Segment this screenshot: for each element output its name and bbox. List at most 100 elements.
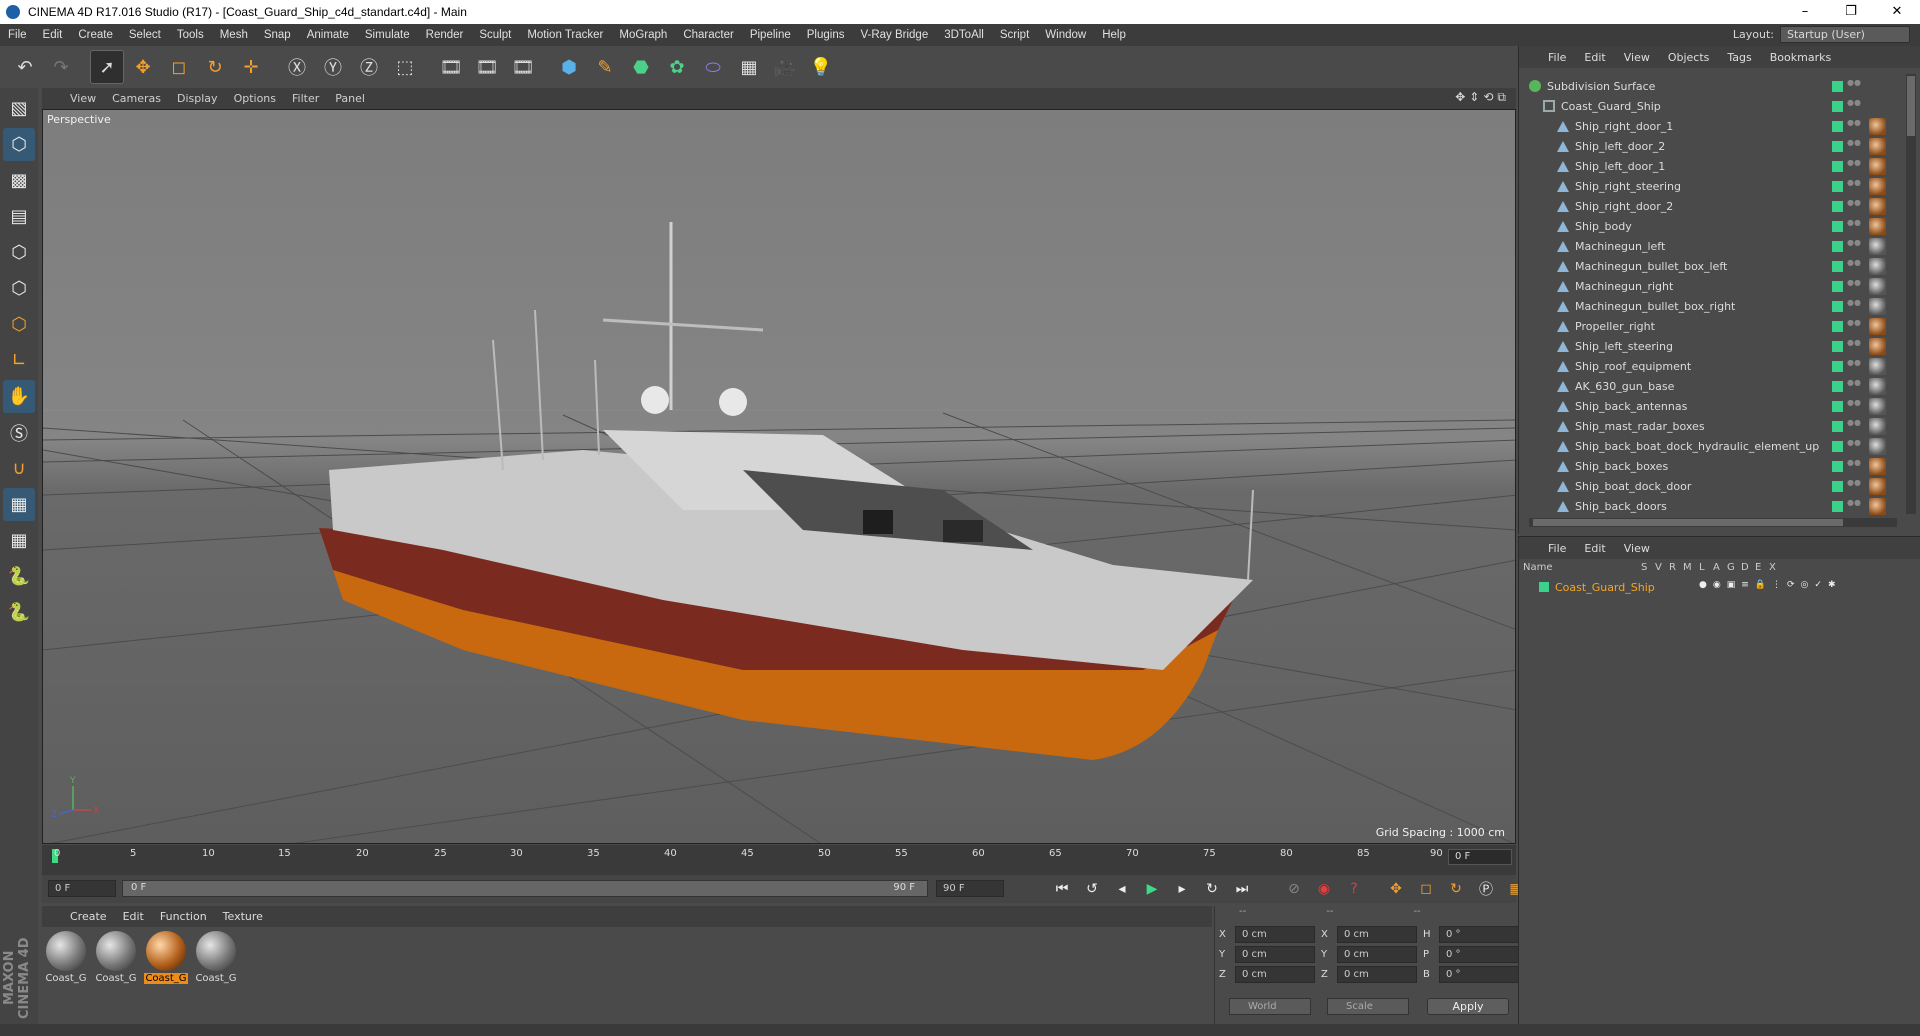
object-name[interactable]: AK_630_gun_base [1575,380,1674,393]
layer-color-indicator[interactable] [1832,81,1843,92]
material-tag-icon[interactable] [1869,138,1886,155]
layer-color-indicator[interactable] [1832,241,1843,252]
visibility-dots-icon[interactable]: ●● [1847,459,1861,472]
visibility-dots-icon[interactable]: ●● [1847,219,1861,232]
object-name[interactable]: Machinegun_bullet_box_right [1575,300,1735,313]
object-row[interactable]: Ship_right_door_1 ●● [1519,116,1899,136]
layer-color-indicator[interactable] [1832,301,1843,312]
snapping-icon[interactable]: Ⓢ [3,416,35,449]
menu-mesh[interactable]: Mesh [212,29,256,41]
layer-color-indicator[interactable] [1832,141,1843,152]
start-frame-field[interactable]: 0 F [48,880,116,897]
position-z-field[interactable]: 0 cm [1235,966,1315,983]
menu-simulate[interactable]: Simulate [357,29,418,41]
menu-vray-bridge[interactable]: V-Ray Bridge [852,29,936,41]
visibility-dots-icon[interactable]: ●● [1847,179,1861,192]
object-name[interactable]: Coast_Guard_Ship [1561,100,1661,113]
layout-select[interactable]: Startup (User) [1780,26,1910,43]
rotation-b-field[interactable]: 0 ° [1439,966,1519,983]
render-view-icon[interactable]: 🎞 [434,50,468,84]
visibility-dots-icon[interactable]: ●● [1847,279,1861,292]
apply-button[interactable]: Apply [1427,998,1509,1015]
material-menu-function[interactable]: Function [152,910,215,923]
layer-column-header[interactable]: L [1699,562,1705,573]
grid-snap-icon[interactable]: ▦ [3,524,35,557]
undo-icon[interactable]: ↶ [8,50,42,84]
rotate-tool-icon[interactable]: ↻ [198,50,232,84]
object-tree-horizontal-scrollbar[interactable] [1529,518,1897,527]
cube-primitive-icon[interactable]: ⬢ [552,50,586,84]
material-menu-edit[interactable]: Edit [115,910,152,923]
object-name[interactable]: Ship_right_door_1 [1575,120,1673,133]
size-mode-select[interactable]: Scale [1327,998,1409,1015]
tweak-mode-icon[interactable]: ✋ [3,380,35,413]
material-tag-icon[interactable] [1869,198,1886,215]
object-name[interactable]: Ship_roof_equipment [1575,360,1691,373]
layer-color-indicator[interactable] [1832,461,1843,472]
coordinate-space-select[interactable]: World [1229,998,1311,1015]
next-key-icon[interactable]: ↻ [1200,877,1224,901]
menu-render[interactable]: Render [418,29,472,41]
object-tree-vertical-scrollbar[interactable] [1906,74,1916,514]
key-position-icon[interactable]: ✥ [1384,877,1408,901]
visibility-dots-icon[interactable]: ●● [1847,79,1861,92]
layer-column-header[interactable]: D [1741,562,1749,573]
close-button[interactable]: ✕ [1874,0,1920,24]
visibility-dots-icon[interactable]: ●● [1847,259,1861,272]
key-rotation-icon[interactable]: ↻ [1444,877,1468,901]
key-parameter-icon[interactable]: Ⓟ [1474,877,1498,901]
material-swatch[interactable]: Coast_G [194,931,238,984]
material-tag-icon[interactable] [1869,478,1886,495]
objmgr-menu-view[interactable]: View [1615,51,1659,64]
object-name[interactable]: Propeller_right [1575,320,1655,333]
frame-range-slider[interactable]: 0 F 90 F [122,880,928,897]
play-icon[interactable]: ▶ [1140,877,1164,901]
previous-key-icon[interactable]: ↺ [1080,877,1104,901]
coordinate-system-icon[interactable]: ⬚ [388,50,422,84]
object-name[interactable]: Ship_right_door_2 [1575,200,1673,213]
material-tag-icon[interactable] [1869,258,1886,275]
polygons-mode-icon[interactable]: ⬡ [3,308,35,341]
viewport-menu-panel[interactable]: Panel [327,92,373,105]
material-tag-icon[interactable] [1869,458,1886,475]
object-name[interactable]: Ship_mast_radar_boxes [1575,420,1705,433]
menu-animate[interactable]: Animate [299,29,357,41]
python-script-icon[interactable]: 🐍 [3,560,35,593]
objmgr-menu-bookmarks[interactable]: Bookmarks [1761,51,1840,64]
move-tool-icon[interactable]: ✥ [126,50,160,84]
layer-render-icon[interactable]: ▣ [1727,580,1736,590]
viewport-menu-filter[interactable]: Filter [284,92,327,105]
menu-character[interactable]: Character [675,29,742,41]
layer-column-header[interactable]: A [1713,562,1720,573]
recent-tools-icon[interactable]: ✛ [234,50,268,84]
texture-mode-icon[interactable]: ▩ [3,164,35,197]
viewport-menu-view[interactable]: View [62,92,104,105]
visibility-dots-icon[interactable]: ●● [1847,199,1861,212]
visibility-dots-icon[interactable]: ●● [1847,399,1861,412]
layer-color-indicator[interactable] [1832,181,1843,192]
layer-color-indicator[interactable] [1832,221,1843,232]
layer-lock-icon[interactable]: 🔒 [1755,580,1766,590]
viewport-menu-display[interactable]: Display [169,92,226,105]
menu-3dtoall[interactable]: 3DToAll [936,29,992,41]
object-name[interactable]: Ship_left_steering [1575,340,1673,353]
x-axis-lock-icon[interactable]: Ⓧ [280,50,314,84]
object-row[interactable]: Machinegun_left ●● [1519,236,1899,256]
size-x-field[interactable]: 0 cm [1337,926,1417,943]
menu-pipeline[interactable]: Pipeline [742,29,799,41]
floor-scene-icon[interactable]: ▦ [732,50,766,84]
layer-color-indicator[interactable] [1832,501,1843,512]
current-frame-field[interactable]: 0 F [1448,849,1512,865]
object-row[interactable]: Ship_boat_dock_door ●● [1519,476,1899,496]
layer-column-header[interactable]: S [1641,562,1647,573]
axis-mode-icon[interactable]: ∟ [3,344,35,377]
layer-color-indicator[interactable] [1832,381,1843,392]
make-editable-icon[interactable]: ▧ [3,92,35,125]
rotation-h-field[interactable]: 0 ° [1439,926,1519,943]
layer-deformer-icon[interactable]: ◎ [1801,580,1809,590]
timeline-ruler[interactable]: 0 5 10 15 20 25 30 35 40 45 50 55 60 65 … [42,845,1516,875]
end-frame-field[interactable]: 90 F [936,880,1004,897]
redo-icon[interactable]: ↷ [44,50,78,84]
material-tag-icon[interactable] [1869,318,1886,335]
go-to-end-icon[interactable]: ⏭ [1230,877,1254,901]
